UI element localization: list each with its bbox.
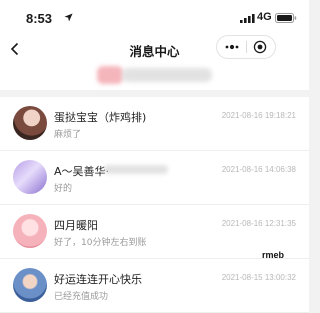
message-time: 2021-08-16 19:18:21 [221,111,296,120]
redacted-avatar [97,66,123,84]
network-label: 4G [257,11,272,23]
contact-name: 蛋挞宝宝（炸鸡排) [54,111,147,124]
capsule-divider [246,41,247,53]
redacted-header [0,66,309,90]
contact-name: 好运连连开心快乐 [54,273,142,286]
message-preview: 麻烦了 [54,130,82,140]
message-list: 蛋挞宝宝（炸鸡排) 麻烦了 2021-08-16 19:18:21 A～吴善华·… [0,97,309,313]
message-preview: 好的 [54,184,73,194]
message-preview: 已经充值成功 [54,292,109,302]
more-dots-icon[interactable] [223,41,241,53]
list-item[interactable]: A～吴善华· 好的 2021-08-16 14:06:38 [0,151,309,205]
contact-name: 四月暖阳 [54,219,98,232]
avatar [13,268,47,302]
close-miniprogram-icon[interactable] [253,40,267,54]
avatar [13,106,47,140]
list-item[interactable]: 好运连连开心快乐 已经充值成功 2021-08-15 13:00:32 [0,259,309,313]
miniprogram-capsule [216,35,276,59]
message-time: 2021-08-16 14:06:38 [221,165,296,174]
location-arrow-icon [64,13,73,22]
message-time: 2021-08-16 12:31:35 [221,219,296,228]
signal-icon [240,14,255,23]
redacted-text [122,68,212,82]
avatar [13,160,47,194]
watermark-logo: rmeb [262,250,285,260]
status-bar: 8:53 4G [0,0,309,32]
status-time: 8:53 [26,11,53,26]
list-item[interactable]: 蛋挞宝宝（炸鸡排) 麻烦了 2021-08-16 19:18:21 [0,97,309,151]
message-preview: 好了，10分钟左右到账 [54,238,147,248]
message-time: 2021-08-15 13:00:32 [221,273,296,282]
nav-bar: 消息中心 [0,32,309,66]
avatar [13,214,47,248]
battery-icon [275,13,297,23]
redacted-name-suffix [104,165,168,174]
contact-name: A～吴善华· [54,165,110,178]
